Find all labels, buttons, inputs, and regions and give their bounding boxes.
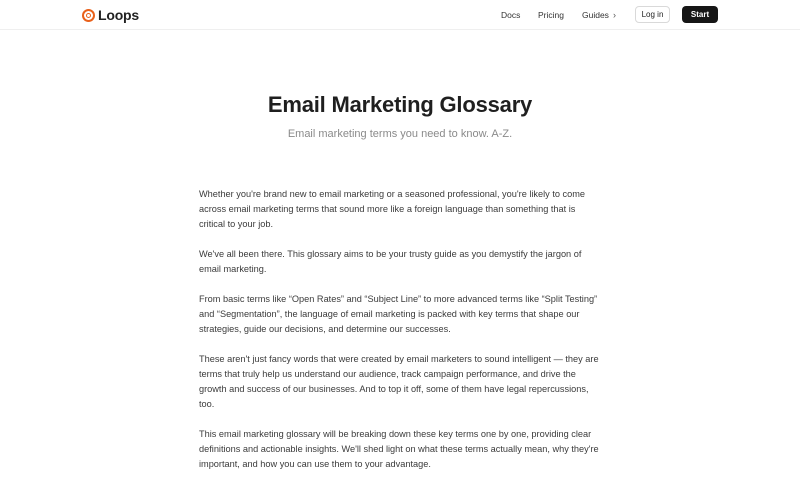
login-button[interactable]: Log in bbox=[635, 6, 670, 23]
article-body: Whether you're brand new to email market… bbox=[199, 187, 603, 487]
nav-guides-label: Guides bbox=[582, 10, 609, 20]
article-paragraph: From basic terms like “Open Rates” and “… bbox=[199, 294, 598, 334]
chevron-right-icon: › bbox=[612, 9, 616, 20]
article-paragraph: Whether you're brand new to email market… bbox=[199, 189, 586, 229]
top-navigation-bar: Loops Docs Pricing Guides › Log in Start bbox=[0, 0, 800, 30]
nav-docs-link[interactable]: Docs bbox=[501, 0, 520, 30]
article-paragraph: These aren't just fancy words that were … bbox=[199, 354, 599, 409]
logo-text: Loops bbox=[98, 7, 139, 23]
page-subtitle: Email marketing terms you need to know. … bbox=[287, 128, 513, 140]
nav-guides-dropdown[interactable]: Guides › bbox=[582, 0, 616, 30]
logo-link[interactable]: Loops bbox=[82, 7, 139, 23]
nav-pricing-link[interactable]: Pricing bbox=[538, 0, 564, 30]
start-button[interactable]: Start bbox=[682, 6, 718, 23]
page-title: Email Marketing Glossary bbox=[267, 92, 533, 117]
article-paragraph: We've all been there. This glossary aims… bbox=[199, 249, 582, 274]
loops-logo-icon bbox=[82, 8, 95, 22]
